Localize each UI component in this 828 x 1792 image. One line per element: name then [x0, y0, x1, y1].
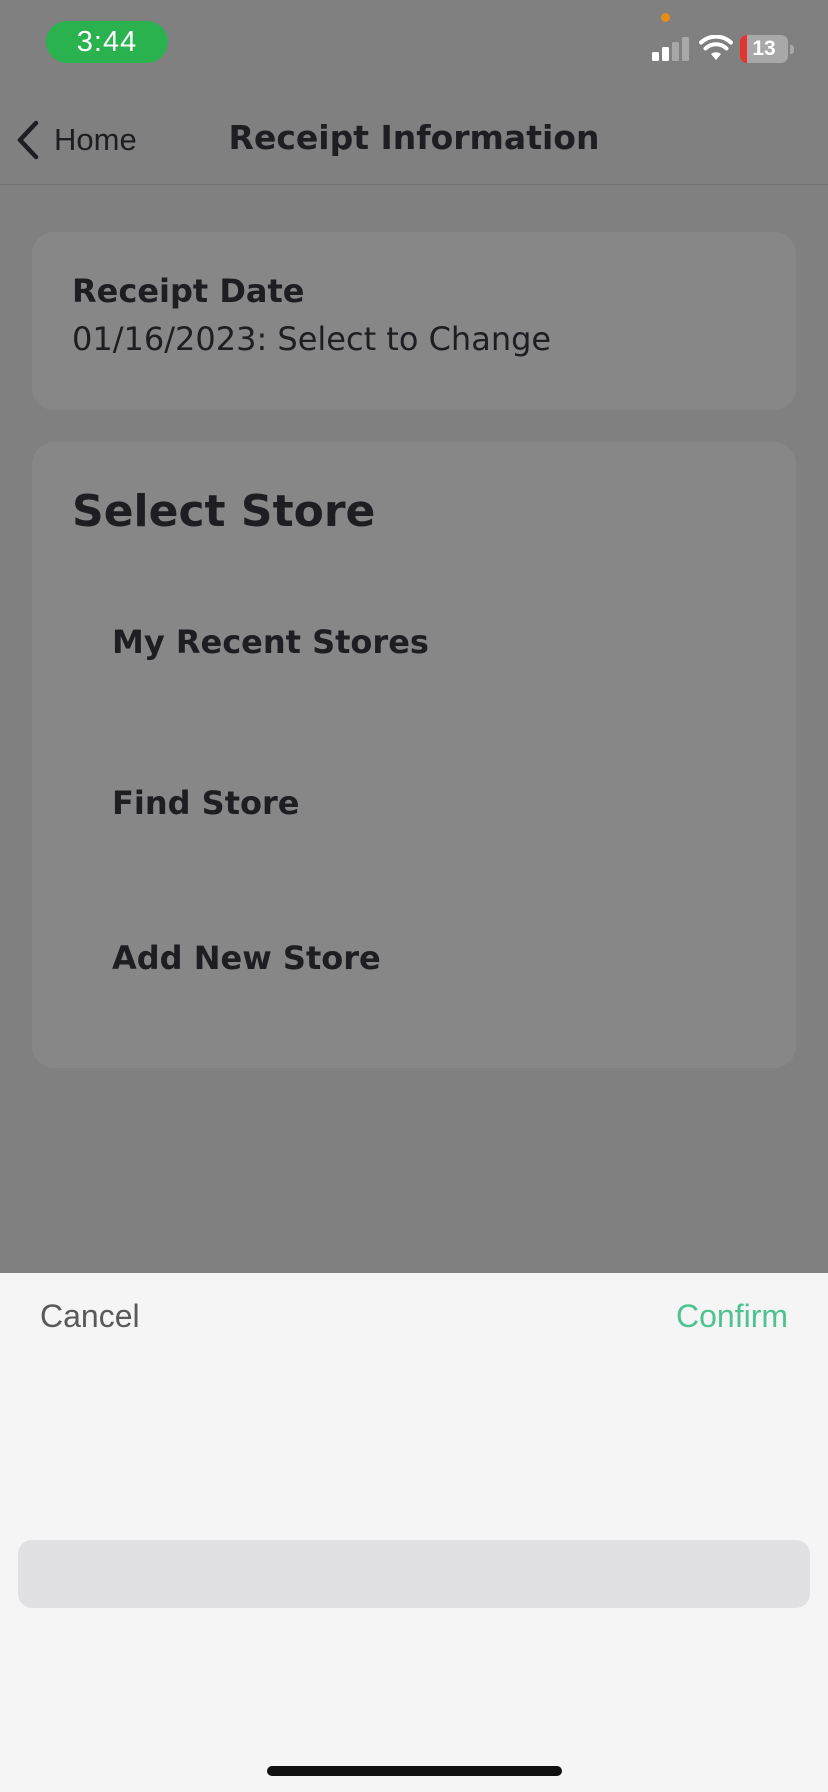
receipt-date-value: 01/16/2023: Select to Change: [72, 320, 552, 358]
back-button[interactable]: Home: [14, 118, 137, 162]
receipt-date-card[interactable]: Receipt Date 01/16/2023: Select to Chang…: [32, 232, 796, 410]
privacy-indicator-dot: [661, 13, 670, 22]
confirm-button[interactable]: Confirm: [676, 1293, 788, 1339]
add-new-store-option[interactable]: Add New Store: [112, 928, 752, 988]
navigation-bar: Receipt Information Home: [0, 90, 828, 185]
wifi-icon: [699, 35, 733, 60]
status-bar: 3:44 13: [0, 0, 828, 90]
select-store-heading: Select Store: [72, 486, 376, 537]
home-indicator[interactable]: [267, 1766, 562, 1776]
select-store-card: Select Store My Recent Stores Find Store…: [32, 442, 796, 1068]
status-time: 3:44: [46, 21, 168, 63]
cellular-signal-icon: [652, 37, 689, 61]
picker-selection-row[interactable]: [18, 1540, 810, 1608]
battery-icon: 13: [740, 35, 795, 63]
back-button-label: Home: [54, 122, 137, 157]
cancel-button[interactable]: Cancel: [40, 1293, 140, 1339]
date-picker-sheet: Cancel Confirm: [0, 1273, 828, 1792]
find-store-option[interactable]: Find Store: [112, 773, 752, 833]
receipt-date-heading: Receipt Date: [72, 272, 305, 310]
battery-percentage: 13: [752, 37, 776, 60]
chevron-left-icon: [17, 120, 39, 160]
my-recent-stores-option[interactable]: My Recent Stores: [112, 612, 752, 672]
